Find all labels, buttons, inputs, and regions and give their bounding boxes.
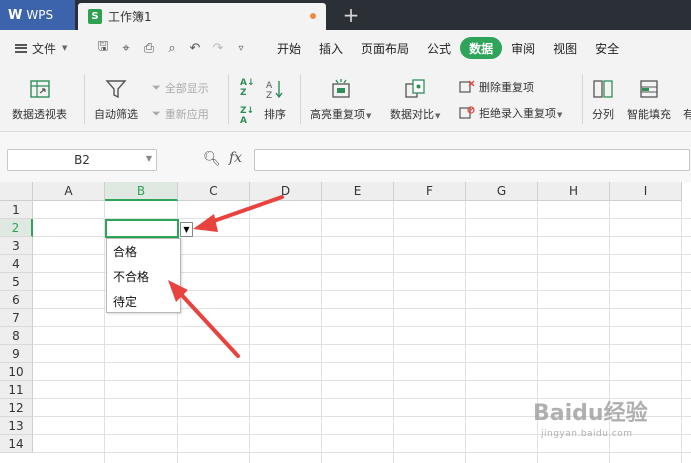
baidu-watermark: Baidu经验 jingyan.baidu.com (533, 395, 688, 445)
watermark-url: jingyan.baidu.com (541, 429, 633, 439)
arrow-to-dropdown-button (193, 195, 284, 232)
watermark-text: Baidu经验 (533, 401, 648, 426)
annotation-arrows (168, 195, 284, 358)
arrow-to-dropdown-list (168, 280, 240, 358)
